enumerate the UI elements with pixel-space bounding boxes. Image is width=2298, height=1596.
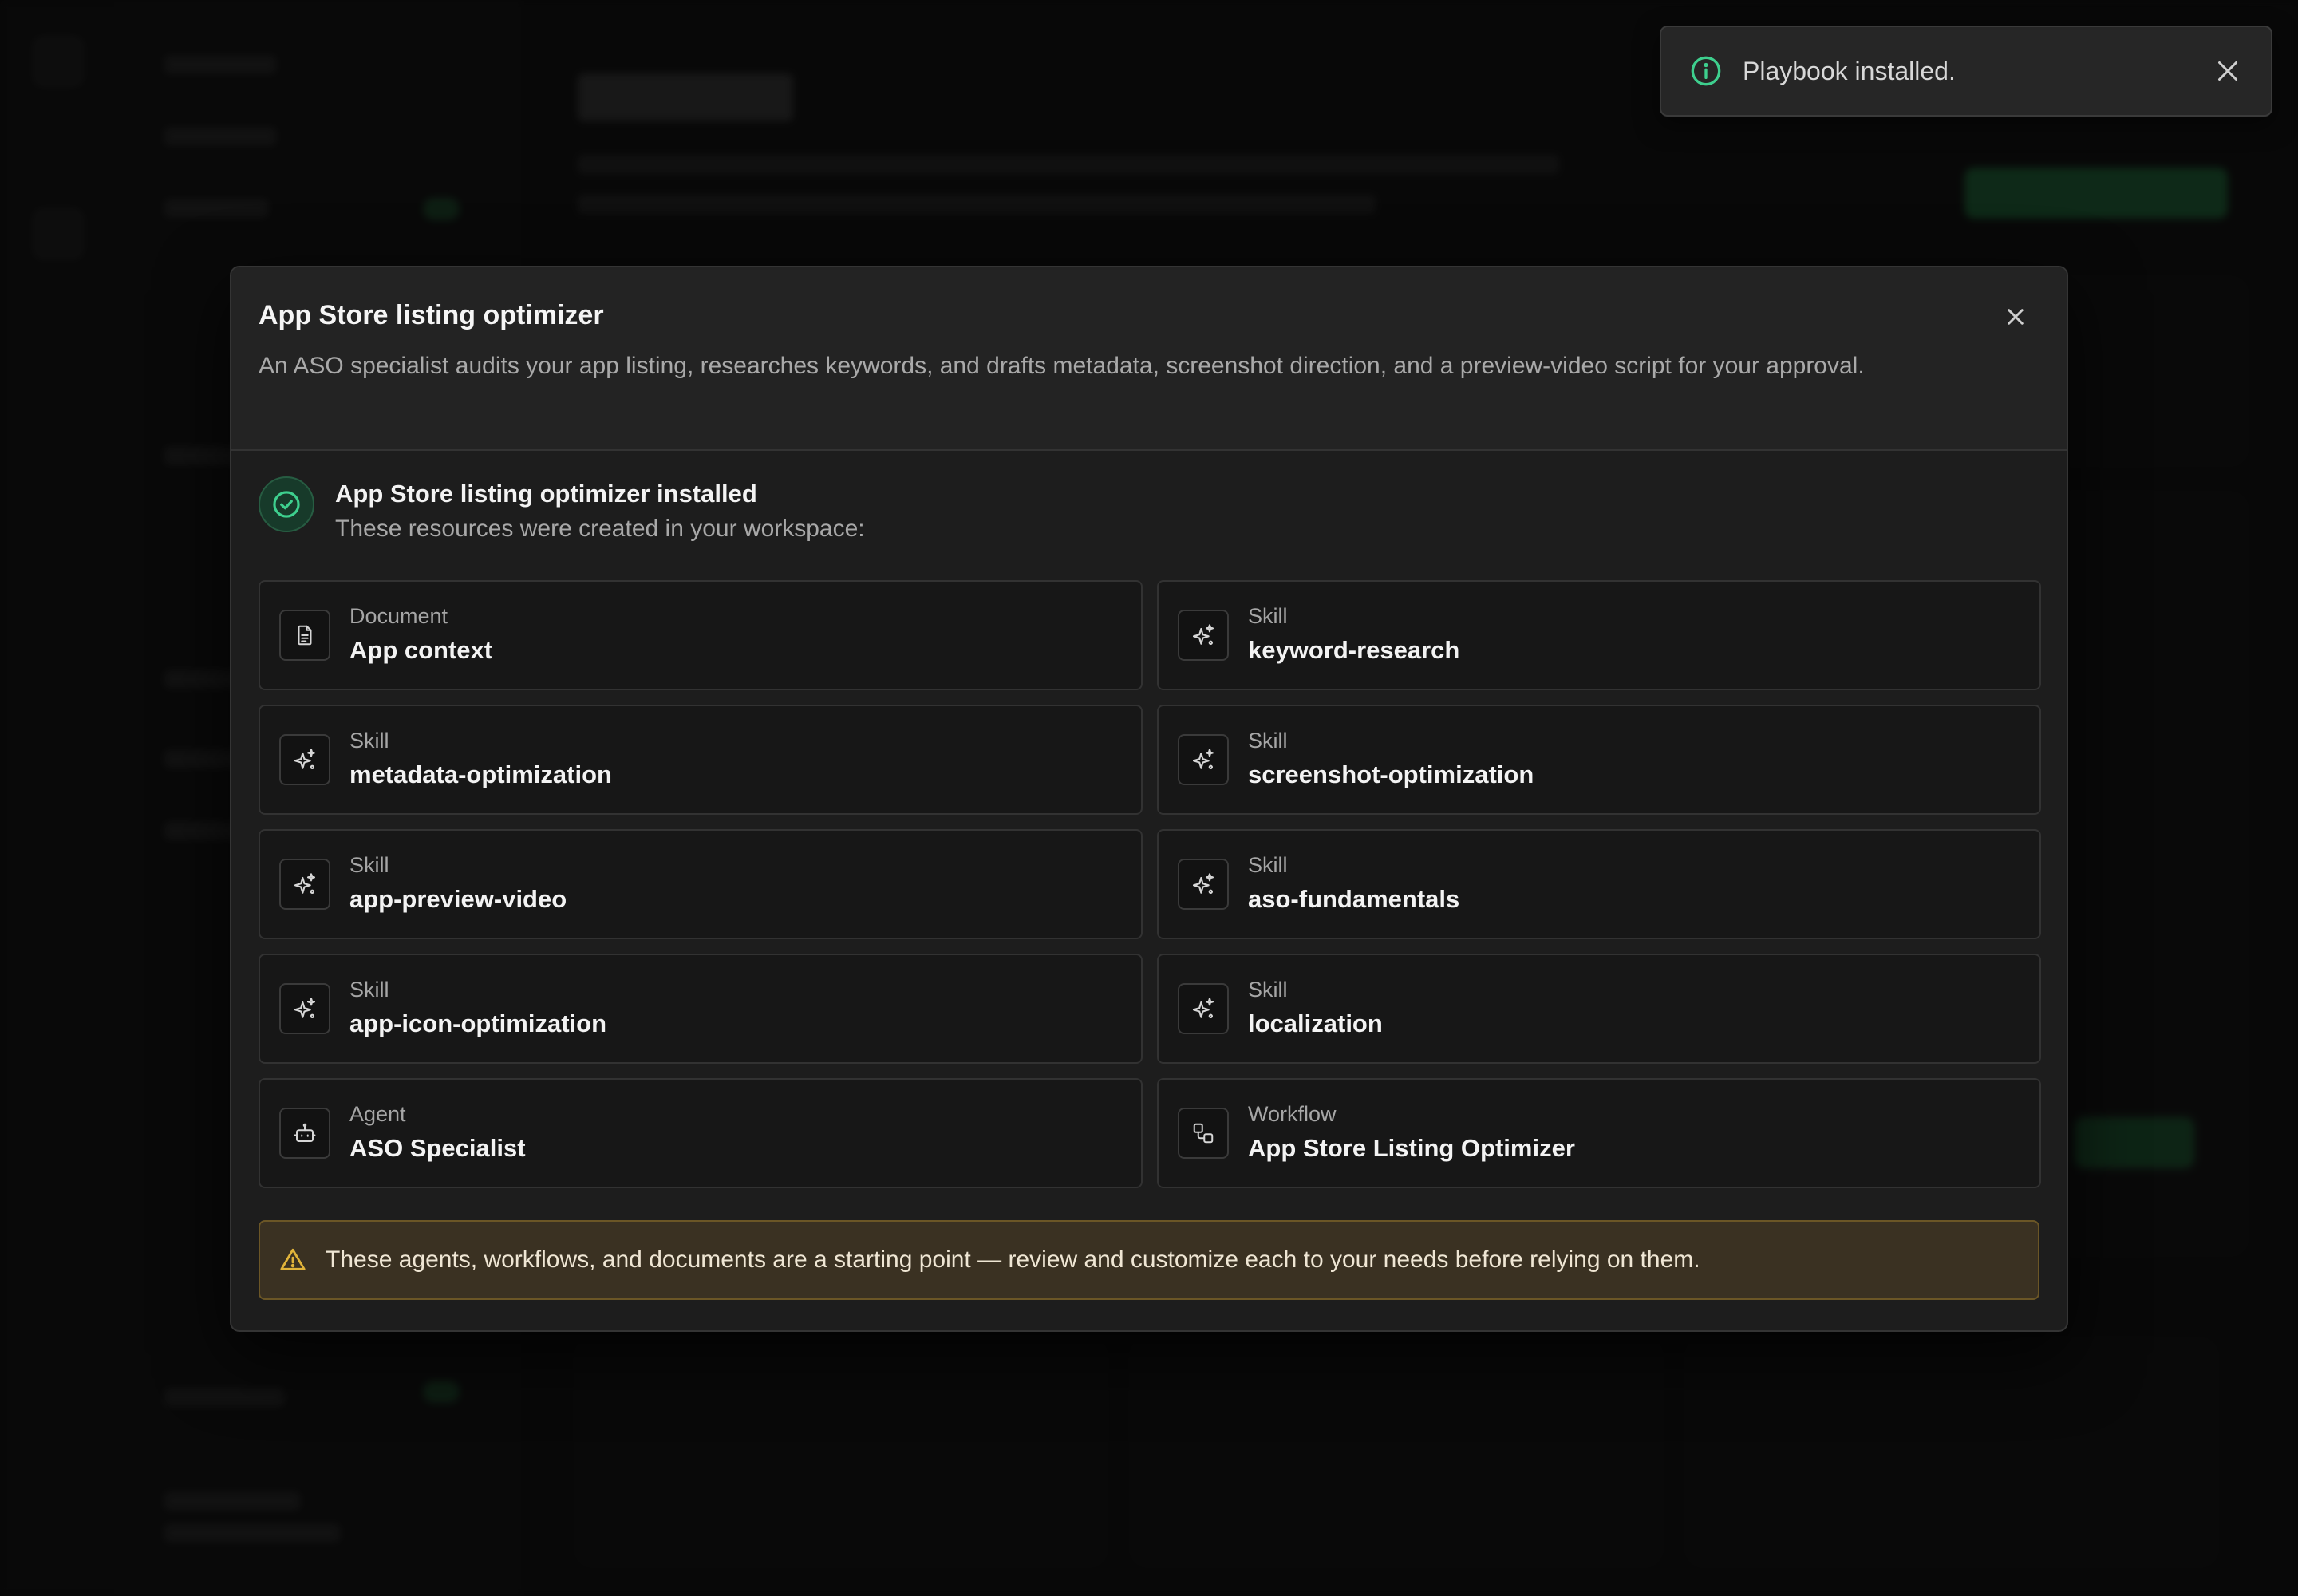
resource-type: Skill <box>1248 978 1288 1001</box>
resource-type: Skill <box>349 729 389 753</box>
sparkles-icon <box>294 749 316 769</box>
resource-name: app-preview-video <box>349 885 567 913</box>
resource-name: App context <box>349 636 493 664</box>
resource-icon-box <box>279 859 330 910</box>
resource-card[interactable]: Document App context <box>259 580 1143 690</box>
close-icon[interactable] <box>2213 57 2242 85</box>
resource-name: app-icon-optimization <box>349 1009 607 1037</box>
resource-icon-box <box>279 1108 330 1159</box>
resource-card[interactable]: Skill app-preview-video <box>259 829 1143 939</box>
sparkles-icon <box>294 998 316 1018</box>
info-icon <box>1691 56 1721 86</box>
resource-card[interactable]: Skill keyword-research <box>1157 580 2041 690</box>
resource-type: Skill <box>349 853 389 877</box>
resource-type: Skill <box>1248 853 1288 877</box>
resource-name: keyword-research <box>1248 636 1460 664</box>
resource-card[interactable]: Skill aso-fundamentals <box>1157 829 2041 939</box>
resource-type: Skill <box>349 978 389 1001</box>
success-title: App Store listing optimizer installed <box>335 480 757 508</box>
close-icon[interactable] <box>2001 302 2030 331</box>
resource-type: Agent <box>349 1102 406 1126</box>
resource-icon-box <box>1178 734 1229 785</box>
resource-card[interactable]: Skill screenshot-optimization <box>1157 705 2041 815</box>
sparkles-icon <box>1192 624 1214 645</box>
resource-name: screenshot-optimization <box>1248 760 1534 788</box>
resource-name: ASO Specialist <box>349 1134 526 1162</box>
sparkles-icon <box>1192 998 1214 1018</box>
resource-grid: Document App context Skill keyword-resea… <box>259 580 2041 1188</box>
resource-name: App Store Listing Optimizer <box>1248 1134 1575 1162</box>
resource-type: Skill <box>1248 604 1288 628</box>
toast-message: Playbook installed. <box>1743 56 1956 85</box>
dialog-body: App Store listing optimizer installed Th… <box>231 451 2067 1300</box>
success-badge <box>259 476 314 532</box>
resource-card[interactable]: Skill metadata-optimization <box>259 705 1143 815</box>
resource-icon-box <box>279 983 330 1034</box>
resource-name: localization <box>1248 1009 1383 1037</box>
resource-icon-box <box>1178 1108 1229 1159</box>
playbook-installed-dialog: App Store listing optimizer An ASO speci… <box>230 266 2068 1332</box>
dialog-title: App Store listing optimizer <box>259 300 604 330</box>
dialog-header: App Store listing optimizer An ASO speci… <box>231 267 2067 451</box>
resource-type: Skill <box>1248 729 1288 753</box>
workflow-icon <box>1193 1123 1214 1144</box>
sparkles-icon <box>1192 749 1214 769</box>
resource-icon-box <box>1178 983 1229 1034</box>
resource-card[interactable]: Workflow App Store Listing Optimizer <box>1157 1078 2041 1188</box>
install-success: App Store listing optimizer installed Th… <box>259 476 2039 580</box>
resource-name: metadata-optimization <box>349 760 612 788</box>
resource-icon-box <box>1178 859 1229 910</box>
resource-type: Document <box>349 604 448 628</box>
document-icon <box>298 625 312 646</box>
success-subtitle: These resources were created in your wor… <box>335 516 865 542</box>
resource-card[interactable]: Skill localization <box>1157 954 2041 1064</box>
resource-card[interactable]: Skill app-icon-optimization <box>259 954 1143 1064</box>
sparkles-icon <box>1192 873 1214 894</box>
warning-icon <box>280 1248 306 1270</box>
toast-notification: Playbook installed. <box>1660 26 2272 117</box>
resource-icon-box <box>1178 610 1229 661</box>
check-circle-icon <box>273 491 300 518</box>
resource-name: aso-fundamentals <box>1248 885 1460 913</box>
sparkles-icon <box>294 873 316 894</box>
resource-card[interactable]: Agent ASO Specialist <box>259 1078 1143 1188</box>
resource-icon-box <box>279 734 330 785</box>
robot-icon <box>294 1123 316 1142</box>
resource-type: Workflow <box>1248 1102 1337 1126</box>
warning-banner: These agents, workflows, and documents a… <box>259 1220 2039 1300</box>
resource-icon-box <box>279 610 330 661</box>
warning-text: These agents, workflows, and documents a… <box>326 1246 1700 1273</box>
dialog-description: An ASO specialist audits your app listin… <box>259 353 1865 379</box>
